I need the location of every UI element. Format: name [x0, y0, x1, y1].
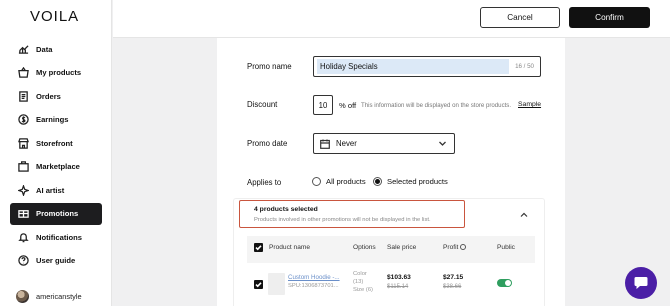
discount-input[interactable]: 10	[313, 95, 333, 115]
sidebar-item-label: Promotions	[36, 209, 79, 218]
promo-name-input[interactable]: Holiday Specials 16 / 50	[313, 56, 541, 77]
sidebar-item-marketplace[interactable]: Marketplace	[10, 156, 102, 178]
sidebar-item-label: My products	[36, 68, 82, 77]
public-toggle[interactable]	[497, 279, 512, 287]
basket-icon	[17, 67, 29, 79]
sidebar: VOILA Data My products Orders Earnings S…	[0, 0, 112, 306]
info-icon[interactable]	[460, 244, 467, 250]
product-name-link[interactable]: Custom Hoodie -...	[288, 274, 340, 281]
marketplace-icon	[17, 161, 29, 173]
option-color-count: (13)	[353, 279, 364, 285]
header-profit: Profit	[443, 244, 467, 251]
discount-info: This information will be displayed on th…	[361, 102, 512, 109]
sidebar-item-promotions[interactable]: Promotions	[10, 202, 102, 225]
discount-unit: % off	[339, 101, 357, 110]
promotions-icon	[17, 208, 29, 220]
product-thumbnail	[268, 273, 285, 295]
avatar	[16, 290, 29, 303]
row-checkbox[interactable]	[254, 280, 263, 289]
option-size: Size (6)	[353, 287, 373, 293]
products-table: Product name Options Sale price Profit P…	[247, 236, 535, 306]
sidebar-nav: Data My products Orders Earnings Storefr…	[10, 38, 102, 273]
sidebar-item-storefront[interactable]: Storefront	[10, 132, 102, 154]
sale-price: $103.63	[387, 274, 411, 281]
option-color: Color	[353, 271, 367, 277]
data-icon	[17, 43, 29, 55]
sidebar-item-label: Orders	[36, 91, 61, 101]
top-bar: Cancel Confirm	[113, 0, 670, 38]
help-icon	[17, 255, 29, 267]
radio-selected-products[interactable]: Selected products	[373, 177, 448, 186]
product-spu: SPU:1306873701...	[288, 283, 339, 289]
orders-icon	[17, 90, 29, 102]
confirm-button[interactable]: Confirm	[569, 7, 650, 28]
profit: $27.15	[443, 274, 464, 281]
header-sale-price: Sale price	[387, 244, 417, 251]
sparkle-icon	[17, 184, 29, 196]
radio-all-products[interactable]: All products	[312, 177, 366, 186]
sidebar-item-notifications[interactable]: Notifications	[10, 226, 102, 248]
sidebar-item-label: Marketplace	[36, 162, 80, 171]
promo-date-select[interactable]: Never	[313, 133, 455, 154]
promo-date-label: Promo date	[247, 139, 288, 148]
promotion-form: Promo name Holiday Specials 16 / 50 Disc…	[217, 38, 565, 306]
calendar-icon	[320, 139, 330, 149]
sidebar-item-label: AI artist	[36, 185, 65, 195]
applies-to-label: Applies to	[247, 178, 282, 187]
radio-label: Selected products	[387, 177, 448, 186]
chat-button[interactable]	[625, 267, 657, 299]
header-profit-label: Profit	[443, 244, 459, 251]
user-menu[interactable]: americanstyle	[16, 290, 82, 303]
sidebar-item-label: Data	[36, 44, 53, 54]
chevron-down-icon	[438, 139, 447, 148]
selected-note: Products involved in other promotions wi…	[254, 217, 431, 223]
user-name: americanstyle	[36, 292, 82, 301]
sidebar-item-my-products[interactable]: My products	[10, 62, 102, 84]
promo-name-value: Holiday Specials	[317, 59, 509, 74]
header-public: Public	[497, 244, 515, 251]
selected-products-header[interactable]: 4 products selected Products involved in…	[239, 200, 465, 228]
table-row: Custom Hoodie -... SPU:1306873701... Col…	[247, 263, 535, 306]
sidebar-item-user-guide[interactable]: User guide	[10, 250, 102, 272]
sidebar-item-label: Notifications	[36, 232, 82, 242]
promo-date-value: Never	[336, 139, 357, 148]
sample-link[interactable]: Sample	[518, 101, 541, 108]
radio-dot	[312, 177, 321, 186]
radio-dot	[373, 177, 382, 186]
sidebar-item-earnings[interactable]: Earnings	[10, 109, 102, 131]
discount-label: Discount	[247, 100, 278, 109]
select-all-checkbox[interactable]	[254, 243, 263, 252]
sidebar-item-data[interactable]: Data	[10, 38, 102, 60]
dollar-icon	[17, 114, 29, 126]
chat-icon	[634, 277, 648, 289]
logo[interactable]: VOILA	[30, 8, 79, 25]
radio-label: All products	[326, 177, 366, 186]
sidebar-item-label: Earnings	[36, 115, 69, 124]
storefront-icon	[17, 137, 29, 149]
sidebar-item-label: Storefront	[36, 138, 73, 148]
profit-original: $38.66	[443, 284, 462, 290]
sidebar-item-label: User guide	[36, 256, 76, 265]
promo-name-label: Promo name	[247, 62, 292, 71]
selected-count: 4 products selected	[254, 206, 318, 213]
header-options: Options	[353, 244, 376, 251]
header-product-name: Product name	[269, 244, 311, 251]
sidebar-item-ai-artist[interactable]: AI artist	[10, 179, 102, 201]
sidebar-item-orders[interactable]: Orders	[10, 85, 102, 107]
char-counter: 16 / 50	[515, 63, 534, 70]
cancel-button[interactable]: Cancel	[480, 7, 560, 28]
bell-icon	[17, 231, 29, 243]
sale-price-original: $115.14	[387, 284, 409, 290]
chevron-up-icon[interactable]	[520, 211, 528, 219]
